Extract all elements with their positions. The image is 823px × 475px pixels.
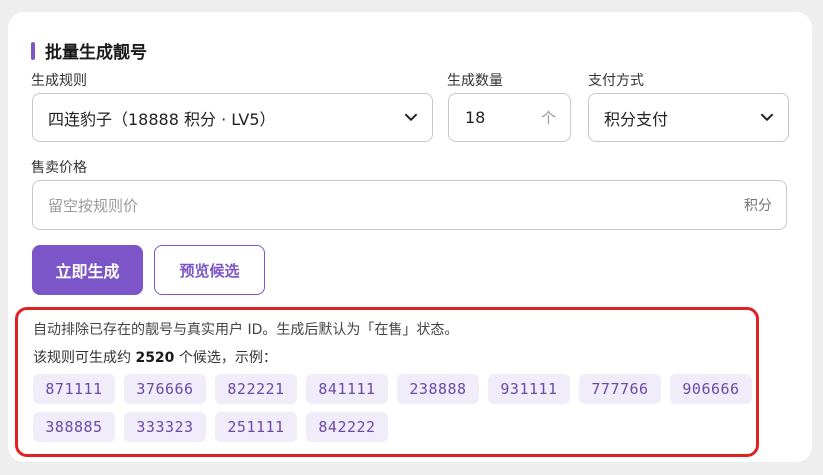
price-input-placeholder: 留空按规则价 xyxy=(48,196,139,215)
count-input[interactable]: 18 个 xyxy=(448,93,571,142)
example-chip[interactable]: 842222 xyxy=(306,412,388,442)
example-chip[interactable]: 388885 xyxy=(33,412,115,442)
payment-select-value: 积分支付 xyxy=(604,109,669,129)
rule-label: 生成规则 xyxy=(31,73,87,89)
count-prefix: 该规则可生成约 xyxy=(33,350,136,366)
payment-select[interactable]: 积分支付 xyxy=(588,93,789,142)
count-suffix: 个候选，示例： xyxy=(174,350,277,366)
chevron-down-icon xyxy=(405,113,417,121)
example-chip[interactable]: 871111 xyxy=(33,374,115,404)
example-chip[interactable]: 777766 xyxy=(579,374,661,404)
example-chip[interactable]: 251111 xyxy=(215,412,297,442)
batch-generate-card: 批量生成靓号 生成规则 生成数量 支付方式 四连豹子（18888 积分 · LV… xyxy=(8,12,812,462)
example-chip[interactable]: 931111 xyxy=(488,374,570,404)
payment-label: 支付方式 xyxy=(588,73,644,89)
example-chip[interactable]: 906666 xyxy=(670,374,752,404)
price-unit: 积分 xyxy=(744,198,772,214)
exclusion-note: 自动排除已存在的靓号与真实用户 ID。生成后默认为「在售」状态。 xyxy=(33,322,459,338)
candidate-count: 2520 xyxy=(135,350,175,366)
price-label: 售卖价格 xyxy=(31,160,87,176)
example-chip[interactable]: 376666 xyxy=(124,374,206,404)
chevron-down-icon xyxy=(761,113,773,121)
count-label: 生成数量 xyxy=(447,73,503,89)
panel-header: 批量生成靓号 xyxy=(31,38,147,63)
count-input-value: 18 xyxy=(465,108,486,127)
example-chip[interactable]: 333323 xyxy=(124,412,206,442)
candidate-info-box: 自动排除已存在的靓号与真实用户 ID。生成后默认为「在售」状态。 该规则可生成约… xyxy=(15,307,759,457)
generate-now-button[interactable]: 立即生成 xyxy=(32,245,143,295)
candidate-count-line: 该规则可生成约 2520 个候选，示例： xyxy=(33,347,277,367)
example-chip[interactable]: 238888 xyxy=(397,374,479,404)
rule-select[interactable]: 四连豹子（18888 积分 · LV5） xyxy=(32,93,433,142)
preview-candidates-button[interactable]: 预览候选 xyxy=(154,245,265,295)
price-input[interactable]: 留空按规则价 积分 xyxy=(32,180,787,230)
rule-select-value: 四连豹子（18888 积分 · LV5） xyxy=(48,109,276,129)
count-unit: 个 xyxy=(540,109,556,127)
example-list: 871111 376666 822221 841111 238888 93111… xyxy=(33,374,763,442)
example-chip[interactable]: 841111 xyxy=(306,374,388,404)
panel-title: 批量生成靓号 xyxy=(45,43,147,63)
example-chip[interactable]: 822221 xyxy=(215,374,297,404)
title-accent-bar xyxy=(31,41,35,60)
